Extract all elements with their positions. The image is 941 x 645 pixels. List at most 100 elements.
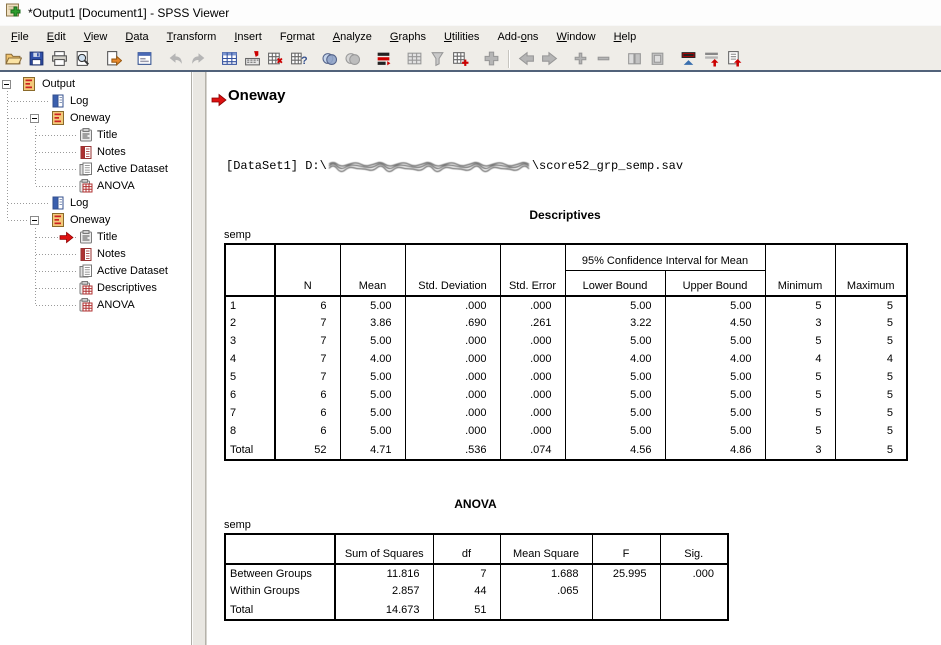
stats-node-icon	[78, 280, 94, 296]
tree-item-log[interactable]: Log	[0, 93, 191, 110]
select-cases-button[interactable]	[426, 48, 449, 70]
print-preview-button[interactable]	[71, 48, 94, 70]
table-cell: 6	[275, 422, 340, 440]
current-item-arrow-icon	[211, 93, 227, 107]
row-label: 2	[225, 314, 275, 332]
designate-window-button[interactable]	[480, 48, 503, 70]
print-button[interactable]	[48, 48, 71, 70]
table-cell: 4.50	[665, 314, 765, 332]
table-cell: .261	[500, 314, 565, 332]
menu-utilities[interactable]: Utilities	[435, 28, 488, 46]
expand-outline-button[interactable]	[569, 48, 592, 70]
table-cell: 5.00	[565, 368, 665, 386]
table-cell: 5.00	[665, 422, 765, 440]
table-cell: 5	[835, 404, 907, 422]
tree-item-label: Active Dataset	[97, 265, 168, 277]
tree-item-title[interactable]: Title	[0, 229, 191, 246]
collapse-outline-button[interactable]	[592, 48, 615, 70]
tree-item-notes[interactable]: Notes	[0, 246, 191, 263]
table-cell: 5.00	[565, 332, 665, 350]
table-cell: 7	[275, 314, 340, 332]
tree-expander-minus[interactable]	[30, 216, 39, 225]
menu-file[interactable]: File	[2, 28, 38, 46]
menu-graphs[interactable]: Graphs	[381, 28, 435, 46]
output-node-icon	[50, 212, 66, 228]
select-items-button[interactable]	[341, 48, 364, 70]
menu-help[interactable]: Help	[605, 28, 646, 46]
tree-item-label: Title	[97, 129, 117, 141]
show-items-button[interactable]	[623, 48, 646, 70]
tree-item-title[interactable]: Title	[0, 127, 191, 144]
tree-item-anova[interactable]: ANOVA	[0, 178, 191, 195]
notes-node-icon	[78, 246, 94, 262]
menu-window[interactable]: Window	[547, 28, 604, 46]
goto-case-button[interactable]	[241, 48, 264, 70]
table-cell: 7	[275, 368, 340, 386]
table-cell: 4	[765, 350, 835, 368]
insert-heading-button[interactable]	[677, 48, 700, 70]
row-label: 5	[225, 368, 275, 386]
panel-splitter[interactable]	[192, 72, 206, 645]
tree-item-oneway[interactable]: Oneway	[0, 110, 191, 127]
promote-outline-button[interactable]	[515, 48, 538, 70]
insert-text-button[interactable]	[723, 48, 746, 70]
table-row: 865.00.000.0005.005.0055	[225, 422, 907, 440]
menu-view[interactable]: View	[75, 28, 117, 46]
table-cell: 5.00	[565, 386, 665, 404]
table-cell: .000	[500, 422, 565, 440]
descriptives-table[interactable]: NMeanStd. DeviationStd. Error95% Confide…	[224, 243, 908, 461]
menu-analyze[interactable]: Analyze	[324, 28, 381, 46]
table-cell: 5.00	[340, 368, 405, 386]
table-cell: 5	[835, 440, 907, 460]
insert-title-button[interactable]	[700, 48, 723, 70]
tree-item-log[interactable]: Log	[0, 195, 191, 212]
tree-item-active-dataset[interactable]: Active Dataset	[0, 263, 191, 280]
tree-item-active-dataset[interactable]: Active Dataset	[0, 161, 191, 178]
table-cell: 44	[433, 582, 500, 600]
selection-arrow-icon	[59, 231, 74, 244]
save-file-button[interactable]	[25, 48, 48, 70]
export-output-button[interactable]	[102, 48, 125, 70]
title-node-icon	[78, 229, 94, 245]
undo-button[interactable]	[164, 48, 187, 70]
row-label: 8	[225, 422, 275, 440]
demote-outline-button[interactable]	[538, 48, 561, 70]
tree-item-output[interactable]: Output	[0, 76, 191, 93]
table-cell	[500, 600, 592, 620]
menu-transform[interactable]: Transform	[158, 28, 226, 46]
variables-button[interactable]: ?	[287, 48, 310, 70]
goto-data-icon	[221, 50, 238, 67]
recall-dialogs-button[interactable]	[133, 48, 156, 70]
anova-table[interactable]: Sum of SquaresdfMean SquareFSig.Between …	[224, 533, 729, 621]
tree-item-label: Oneway	[70, 112, 110, 124]
table-cell: 5	[765, 386, 835, 404]
menu-format[interactable]: Format	[271, 28, 324, 46]
tree-item-notes[interactable]: Notes	[0, 144, 191, 161]
tree-item-descriptives[interactable]: Descriptives	[0, 280, 191, 297]
menu-insert[interactable]: Insert	[225, 28, 271, 46]
open-file-button[interactable]	[2, 48, 25, 70]
insert-variables-button[interactable]	[264, 48, 287, 70]
menu-edit[interactable]: Edit	[38, 28, 75, 46]
tree-item-label: Log	[70, 95, 88, 107]
run-script-button[interactable]	[372, 48, 395, 70]
hide-items-button[interactable]	[646, 48, 669, 70]
table-cell: .000	[500, 368, 565, 386]
menu-add-ons[interactable]: Add-ons	[488, 28, 547, 46]
output-content-panel: Oneway [DataSet1] D:\\score52_grp_semp.s…	[206, 72, 941, 645]
menu-data[interactable]: Data	[116, 28, 157, 46]
table-cell: .000	[500, 386, 565, 404]
tree-item-label: Log	[70, 197, 88, 209]
tree-expander-minus[interactable]	[30, 114, 39, 123]
column-header: Mean Square	[500, 534, 592, 564]
redo-button[interactable]	[187, 48, 210, 70]
tree-item-anova[interactable]: ANOVA	[0, 297, 191, 314]
retrieve-button[interactable]	[403, 48, 426, 70]
tree-expander-minus[interactable]	[2, 80, 11, 89]
tree-item-oneway[interactable]: Oneway	[0, 212, 191, 229]
goto-data-button[interactable]	[218, 48, 241, 70]
app-icon	[5, 2, 21, 23]
insert-cases-button[interactable]	[449, 48, 472, 70]
find-button[interactable]	[318, 48, 341, 70]
table-cell: 3.86	[340, 314, 405, 332]
